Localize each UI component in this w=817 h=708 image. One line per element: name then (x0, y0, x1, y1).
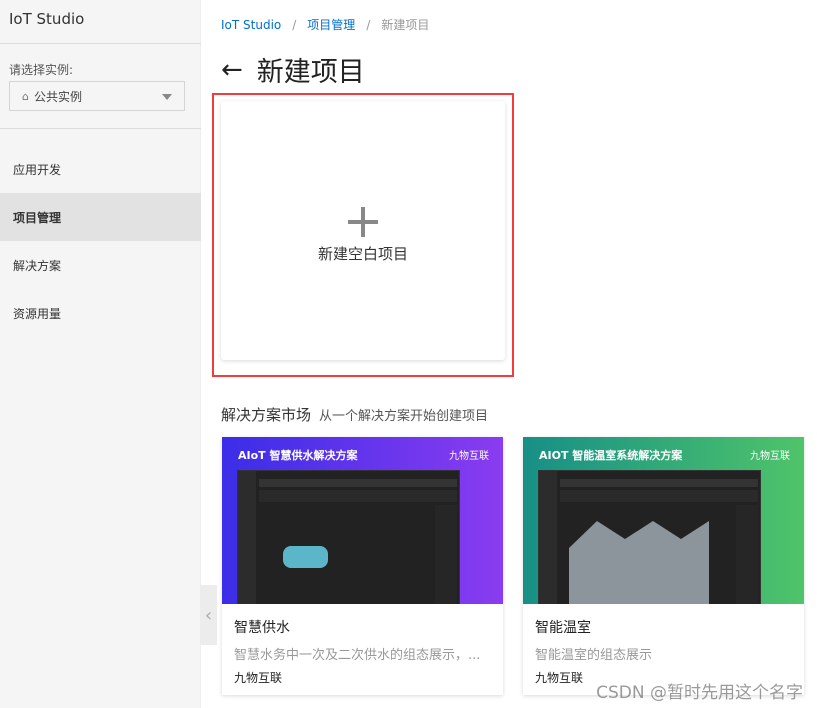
sidebar-item-resource-usage[interactable]: 资源用量 (0, 289, 201, 337)
brand-logo: 九物互联 (449, 451, 489, 462)
banner-title: AIOT 智能温室系统解决方案 (539, 449, 683, 462)
page-title: 新建项目 (256, 57, 365, 88)
divider (0, 43, 201, 44)
solution-card-water[interactable]: AIoT 智慧供水解决方案 九物互联 智慧供水 智慧水务中一次及二次供水的组态展… (222, 437, 503, 695)
market-title: 解决方案市场 (221, 406, 312, 424)
carousel-prev-button[interactable]: ‹ (200, 585, 217, 645)
card-author: 九物互联 (234, 671, 283, 685)
divider (0, 128, 201, 129)
chevron-left-icon: ‹ (204, 604, 213, 626)
card-author: 九物互联 (535, 671, 584, 685)
breadcrumb-current: 新建项目 (381, 18, 430, 32)
breadcrumb-project-management[interactable]: 项目管理 (307, 18, 355, 32)
solution-thumbnail: AIoT 智慧供水解决方案 九物互联 (222, 437, 503, 604)
dashboard-preview (237, 470, 460, 604)
dashboard-preview (538, 470, 761, 604)
breadcrumb-iot-studio[interactable]: IoT Studio (221, 18, 281, 32)
new-blank-project-card[interactable]: 新建空白项目 (221, 101, 505, 360)
sidebar-title: IoT Studio (9, 10, 85, 28)
breadcrumb: IoT Studio / 项目管理 / 新建项目 (221, 18, 430, 32)
sidebar-item-project-management[interactable]: 项目管理 (0, 193, 201, 241)
sidebar-item-app-dev[interactable]: 应用开发 (0, 145, 201, 193)
brand-logo: 九物互联 (750, 451, 790, 462)
market-heading: 解决方案市场 从一个解决方案开始创建项目 (221, 404, 488, 425)
caret-down-icon (162, 94, 172, 100)
back-arrow-icon[interactable]: ← (221, 55, 243, 85)
solution-thumbnail: AIOT 智能温室系统解决方案 九物互联 (523, 437, 804, 604)
building-icon: ⌂ (22, 89, 29, 103)
card-description: 智慧水务中一次及二次供水的组态展示，... (234, 648, 481, 663)
banner-title: AIoT 智慧供水解决方案 (238, 449, 358, 462)
instance-value: 公共实例 (33, 89, 82, 104)
card-title: 智慧供水 (234, 620, 290, 636)
market-subtitle: 从一个解决方案开始创建项目 (319, 409, 489, 424)
sidebar: IoT Studio 请选择实例: ⌂ 公共实例 应用开发 项目管理 解决方案 … (0, 0, 201, 708)
instance-label: 请选择实例: (9, 63, 74, 77)
card-title: 智能温室 (535, 620, 591, 636)
new-blank-project-label: 新建空白项目 (317, 245, 408, 263)
page-header: ← 新建项目 (221, 50, 365, 89)
card-description: 智能温室的组态展示 (535, 648, 653, 663)
instance-select[interactable]: ⌂ 公共实例 (9, 81, 185, 111)
watermark: CSDN @暂时先用这个名字 (596, 683, 803, 703)
plus-icon (348, 207, 378, 237)
solution-card-greenhouse[interactable]: AIOT 智能温室系统解决方案 九物互联 智能温室 智能温室的组态展示 九物互联 (523, 437, 804, 695)
sidebar-item-solutions[interactable]: 解决方案 (0, 241, 201, 289)
